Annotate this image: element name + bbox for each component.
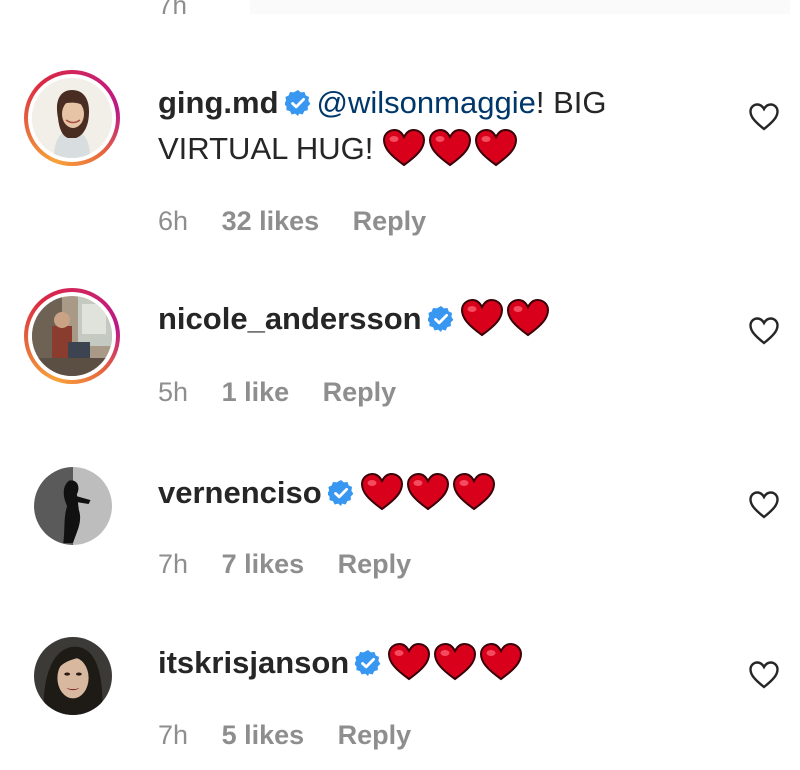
mention-link[interactable]: @wilsonmaggie (317, 85, 536, 120)
red-heart-emoji-icon (474, 129, 518, 167)
red-heart-emoji-icon (433, 643, 477, 681)
reply-button[interactable]: Reply (338, 720, 412, 750)
likes-count[interactable]: 32 likes (222, 206, 320, 236)
reply-button[interactable]: Reply (338, 549, 412, 579)
likes-count[interactable]: 1 like (222, 377, 290, 407)
story-ring[interactable] (24, 70, 120, 166)
avatar[interactable] (34, 637, 112, 715)
timestamp: 6h (158, 206, 189, 236)
comment-text: ging.md @wilsonmaggie! BIG VIRTUAL HUG! (158, 80, 718, 172)
heart-outline-icon[interactable] (748, 660, 780, 690)
reply-button[interactable]: Reply (353, 206, 427, 236)
likes-count[interactable]: 5 likes (222, 720, 305, 750)
red-heart-emoji-icon (387, 643, 431, 681)
heart-outline-icon[interactable] (748, 490, 780, 520)
timestamp: 7h (158, 0, 187, 20)
timestamp: 5h (158, 377, 189, 407)
username[interactable]: ging.md (158, 85, 279, 120)
heart-outline-icon[interactable] (748, 316, 780, 346)
red-heart-emoji-icon (460, 299, 504, 337)
verified-badge-icon (328, 480, 354, 506)
comment-meta: 6h 32 likes Reply (158, 206, 452, 237)
red-heart-emoji-icon (452, 473, 496, 511)
comment-text: itskrisjanson (158, 640, 718, 686)
comment-meta: 5h 1 like Reply (158, 377, 422, 408)
red-heart-emoji-icon (479, 643, 523, 681)
red-heart-emoji-icon (506, 299, 550, 337)
avatar[interactable] (34, 467, 112, 545)
timestamp: 7h (158, 720, 189, 750)
verified-badge-icon (285, 90, 311, 116)
comment-text: nicole_andersson (158, 296, 718, 342)
username[interactable]: nicole_andersson (158, 301, 422, 336)
red-heart-emoji-icon (428, 129, 472, 167)
previous-comment-bar (250, 0, 790, 14)
comment-meta: 7h 5 likes Reply (158, 720, 437, 751)
previous-comment-fragment: 7h (0, 0, 800, 20)
heart-outline-icon[interactable] (748, 102, 780, 132)
avatar (32, 296, 112, 376)
likes-count[interactable]: 7 likes (222, 549, 305, 579)
red-heart-emoji-icon (382, 129, 426, 167)
verified-badge-icon (355, 650, 381, 676)
avatar (32, 78, 112, 158)
username[interactable]: itskrisjanson (158, 645, 349, 680)
verified-badge-icon (428, 306, 454, 332)
timestamp: 7h (158, 549, 189, 579)
reply-button[interactable]: Reply (323, 377, 397, 407)
red-heart-emoji-icon (406, 473, 450, 511)
username[interactable]: vernenciso (158, 475, 322, 510)
comment-text: vernenciso (158, 470, 718, 516)
story-ring[interactable] (24, 288, 120, 384)
comment-meta: 7h 7 likes Reply (158, 549, 437, 580)
red-heart-emoji-icon (360, 473, 404, 511)
